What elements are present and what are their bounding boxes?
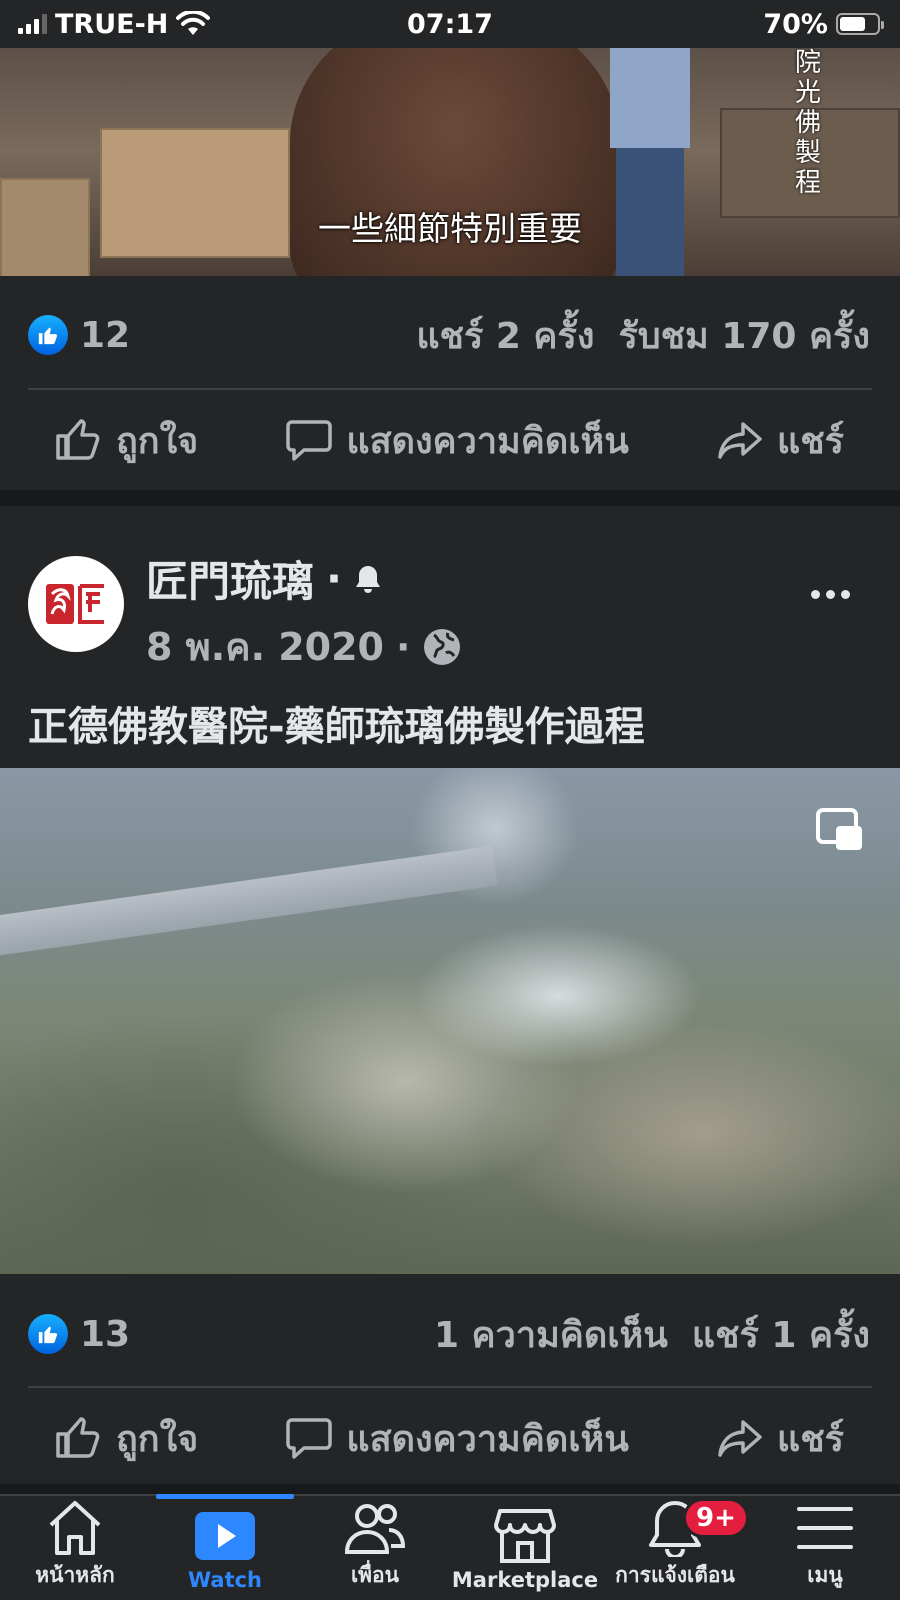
bell-icon[interactable] [354,564,382,594]
separator-dot: · [326,554,342,603]
nav-menu-label: เมนู [807,1563,843,1587]
comment-icon [286,1418,333,1459]
separator-dot: · [396,624,411,669]
share-button[interactable]: แชร์ [717,412,844,469]
post-actions: ถูกใจ แสดงความคิดเห็น แชร์ [0,1398,900,1478]
post-footer: 13 1 ความคิดเห็น แชร์ 1 ครั้ง ถูกใจ แสดง… [0,1274,900,1484]
share-count[interactable]: แชร์ 1 ครั้ง [692,1306,870,1363]
comment-button[interactable]: แสดงความคิดเห็น [286,1410,629,1467]
reaction-stats[interactable]: 13 1 ความคิดเห็น แชร์ 1 ครั้ง [28,1304,870,1364]
nav-friends-label: เพื่อน [351,1563,399,1587]
post-actions: ถูกใจ แสดงความคิดเห็น แชร์ [0,400,900,480]
share-label: แชร์ [777,420,844,462]
reaction-stats[interactable]: 12 แชร์ 2 ครั้ง รับชม 170 ครั้ง [28,305,870,365]
page-logo-icon [46,584,104,624]
signal-icon [18,14,47,34]
comment-count[interactable]: 1 ความคิดเห็น [434,1306,668,1363]
post-header-card: 匠門琉璃 · 8 พ.ค. 2020 · 正德佛教醫院-藥師琉璃佛製作過程 [0,506,900,768]
wifi-icon [176,11,211,35]
post-text: 正德佛教醫院-藥師琉璃佛製作過程 [28,704,645,750]
view-count: รับชม 170 ครั้ง [618,315,870,357]
picture-in-picture-icon[interactable] [816,808,864,852]
nav-friends[interactable]: เพื่อน [300,1496,450,1600]
bottom-navigation: หน้าหลัก Watch เพื่อน Marketplace 9+ การ… [0,1494,900,1600]
thumbs-up-icon [56,1417,100,1458]
nav-watch-label: Watch [187,1568,263,1592]
nav-notifications[interactable]: 9+ การแจ้งเตือน [600,1496,750,1600]
comment-icon [286,420,333,461]
like-label: ถูกใจ [116,420,199,462]
share-button[interactable]: แชร์ [717,1410,844,1467]
like-reaction-icon [28,315,68,355]
thumbs-up-icon [56,419,100,460]
marketplace-icon [494,1509,556,1563]
post-video[interactable] [0,768,900,1274]
post-meta-row: 8 พ.ค. 2020 · [146,616,462,677]
battery-icon [836,13,884,35]
like-button[interactable]: ถูกใจ [54,412,198,469]
nav-watch[interactable]: Watch [150,1494,300,1600]
status-right: 70% [763,8,884,40]
status-left: TRUE-H [18,8,211,40]
like-label: ถูกใจ [116,1418,199,1460]
home-icon [49,1500,101,1555]
like-button[interactable]: ถูกใจ [54,1410,198,1467]
battery-percent: 70% [763,8,828,40]
nav-menu[interactable]: เมนู [750,1496,900,1600]
comment-label: แสดงความคิดเห็น [346,420,629,462]
notification-badge: 9+ [683,1498,749,1538]
post-date[interactable]: 8 พ.ค. 2020 [146,616,384,677]
share-icon [718,1420,762,1457]
watch-icon [195,1512,255,1560]
comment-label: แสดงความคิดเห็น [346,1418,629,1460]
more-options-icon[interactable] [811,590,850,599]
nav-marketplace[interactable]: Marketplace [450,1496,600,1600]
like-count: 13 [80,1313,131,1355]
video-vertical-caption: 院光佛製程 [794,48,821,198]
like-count: 12 [80,314,131,356]
nav-home-label: หน้าหลัก [35,1563,115,1587]
page-avatar[interactable] [28,556,124,652]
share-count[interactable]: แชร์ 2 ครั้ง [416,307,594,364]
page-name-row: 匠門琉璃 · [146,548,382,609]
page-name[interactable]: 匠門琉璃 [146,548,314,609]
video-subtitle: 一些細節特別重要 [318,209,582,248]
divider [28,1386,872,1388]
friends-icon [344,1503,406,1554]
share-icon [718,422,762,459]
share-label: แชร์ [777,1418,844,1460]
previous-post-footer: 12 แชร์ 2 ครั้ง รับชม 170 ครั้ง ถูกใจ แส… [0,276,900,490]
carrier-name: TRUE-H [55,8,169,40]
globe-icon [424,628,461,665]
comment-button[interactable]: แสดงความคิดเห็น [286,412,629,469]
divider [28,388,872,390]
nav-home[interactable]: หน้าหลัก [0,1496,150,1600]
nav-notifications-label: การแจ้งเตือน [615,1563,735,1587]
status-bar: TRUE-H 07:17 70% [0,0,900,48]
nav-marketplace-label: Marketplace [451,1568,599,1592]
airplane-wing [0,845,498,958]
menu-icon [797,1506,853,1549]
like-reaction-icon [28,1314,68,1354]
previous-post-video[interactable]: 一些細節特別重要 院光佛製程 [0,48,900,276]
